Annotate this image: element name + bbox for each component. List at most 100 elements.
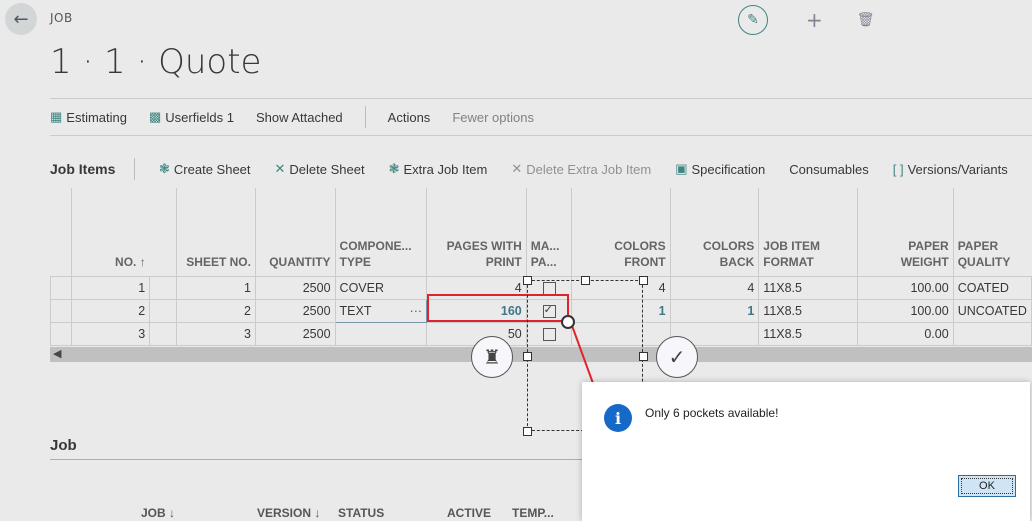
extra-job-item-button[interactable]: ❃ Extra Job Item xyxy=(389,161,488,177)
col-format-label-2: FORMAT xyxy=(763,255,814,269)
job-page: ← JOB 1 · 1 · Quote ✎ + 🗑 ▦ Estimating ▩ U… xyxy=(0,0,1032,521)
cell-weight[interactable]: 0.00 xyxy=(856,322,954,346)
col-colors-back-label-2: BACK xyxy=(719,255,755,269)
scroll-left-icon[interactable]: ◀ xyxy=(53,347,61,360)
cell-weight[interactable]: 100.00 xyxy=(856,276,954,300)
cell-no[interactable]: 2 xyxy=(71,299,151,323)
specification-button[interactable]: ▣ Specification xyxy=(675,161,765,177)
table-header-row: NO. ↑ SHEET NO. QUANTITY COMPONE... TYPE … xyxy=(50,188,1032,277)
cell-quantity[interactable]: 2500 xyxy=(254,322,336,346)
cell-colors-back[interactable]: 1 xyxy=(669,299,760,323)
cell-spacer xyxy=(149,322,178,346)
delete-extra-job-item-button[interactable]: ✕ Delete Extra Job Item xyxy=(511,161,651,177)
actions-menu[interactable]: Actions xyxy=(388,110,431,125)
col-pages-label-2: PRINT xyxy=(485,255,522,269)
col-sheet-no[interactable]: SHEET NO. xyxy=(176,188,256,277)
col-colors-back[interactable]: COLORS BACK xyxy=(670,188,760,277)
col-quality-label-1: PAPER xyxy=(957,239,999,253)
resize-handle[interactable] xyxy=(639,352,648,361)
show-attached-button[interactable]: Show Attached xyxy=(256,110,343,125)
cell-colors-back[interactable]: 4 xyxy=(669,276,760,300)
col-paper-weight[interactable]: PAPER WEIGHT xyxy=(857,188,954,277)
plus-icon[interactable]: + xyxy=(806,8,823,32)
col-quality-label-2: QUALITY xyxy=(957,255,1011,269)
col-pages-with-print[interactable]: PAGES WITH PRINT xyxy=(426,188,527,277)
col-pages-label-1: PAGES WITH xyxy=(446,239,522,253)
cell-quality[interactable]: COATED xyxy=(952,276,1032,300)
cell-component-editing[interactable]: TEXT ··· xyxy=(334,299,428,323)
cell-component[interactable] xyxy=(334,322,428,346)
cell-weight[interactable]: 100.00 xyxy=(856,299,954,323)
job-section-title: Job xyxy=(50,437,77,454)
col-spacer xyxy=(149,188,178,277)
fewer-options-button[interactable]: Fewer options xyxy=(452,110,534,125)
trash-icon[interactable]: 🗑 xyxy=(857,12,875,28)
delete-sheet-button[interactable]: ✕ Delete Sheet xyxy=(275,161,365,177)
info-icon: i xyxy=(604,404,632,432)
arrow-left-icon: ← xyxy=(13,8,29,30)
stamp-icon[interactable]: ♜ xyxy=(471,336,513,378)
cell-component[interactable]: COVER xyxy=(334,276,428,300)
col-job-item-format[interactable]: JOB ITEM FORMAT xyxy=(758,188,858,277)
brackets-icon: [ ] xyxy=(892,161,904,177)
consumables-button[interactable]: Consumables xyxy=(789,162,869,177)
connector-start-handle[interactable] xyxy=(561,315,575,329)
cell-sheet-no[interactable]: 3 xyxy=(176,322,256,346)
edit-button[interactable]: ✎ xyxy=(738,5,768,35)
row-select[interactable] xyxy=(49,299,73,323)
col-ma-pa[interactable]: MA... PA... xyxy=(526,188,573,277)
cell-format[interactable]: 11X8.5 xyxy=(758,276,858,300)
sparkle-icon: ❃ xyxy=(159,161,170,176)
sparkle-icon: ❃ xyxy=(388,161,400,176)
cell-format[interactable]: 11X8.5 xyxy=(758,322,858,346)
cell-component-value: TEXT xyxy=(339,304,372,318)
row-select[interactable] xyxy=(49,322,73,346)
delete-extra-job-item-label: Delete Extra Job Item xyxy=(526,161,652,177)
col-colors-front[interactable]: COLORS FRONT xyxy=(571,188,671,277)
cell-quality[interactable] xyxy=(952,322,1032,346)
extra-job-item-label: Extra Job Item xyxy=(403,161,488,177)
create-sheet-button[interactable]: ❃ Create Sheet xyxy=(159,161,251,177)
col-colors-back-label-1: COLORS xyxy=(702,239,755,253)
cell-no[interactable]: 3 xyxy=(71,322,151,346)
col-pa-label: PA... xyxy=(530,255,557,269)
cell-format[interactable]: 11X8.5 xyxy=(758,299,858,323)
estimating-button[interactable]: ▦ Estimating xyxy=(50,109,127,125)
cell-sheet-no[interactable]: 2 xyxy=(176,299,256,323)
page-title: 1 · 1 · Quote xyxy=(50,42,262,82)
col-temp[interactable]: TEMP... xyxy=(512,506,554,520)
resize-handle[interactable] xyxy=(639,276,648,285)
col-component-type-label-1: COMPONE... xyxy=(339,239,412,253)
back-button[interactable]: ← xyxy=(5,3,37,35)
ok-label: OK xyxy=(979,480,995,492)
col-version[interactable]: VERSION ↓ xyxy=(257,506,320,520)
specification-label: Specification xyxy=(691,161,766,177)
resize-handle[interactable] xyxy=(523,352,532,361)
row-select[interactable] xyxy=(49,276,73,300)
col-component-type[interactable]: COMPONE... TYPE xyxy=(335,188,428,277)
col-status[interactable]: STATUS xyxy=(338,506,384,520)
cell-spacer xyxy=(149,299,178,323)
cell-no[interactable]: 1 xyxy=(71,276,151,300)
col-no[interactable]: NO. ↑ xyxy=(72,188,150,277)
versions-variants-button[interactable]: [ ] Versions/Variants xyxy=(893,162,1008,177)
col-quantity[interactable]: QUANTITY xyxy=(255,188,336,277)
resize-handle[interactable] xyxy=(581,276,590,285)
cell-quality[interactable]: UNCOATED xyxy=(952,299,1032,323)
userfields-button[interactable]: ▩ Userfields 1 xyxy=(149,109,234,125)
col-paper-quality[interactable]: PAPER QUALITY xyxy=(953,188,1031,277)
col-job[interactable]: JOB ↓ xyxy=(141,506,175,520)
checkmark-icon[interactable]: ✓ xyxy=(656,336,698,378)
resize-handle[interactable] xyxy=(523,427,532,436)
col-active[interactable]: ACTIVE xyxy=(447,506,491,520)
cell-lookup-ellipsis[interactable]: ··· xyxy=(410,304,423,318)
cell-quantity[interactable]: 2500 xyxy=(254,299,336,323)
cell-quantity[interactable]: 2500 xyxy=(254,276,336,300)
cell-sheet-no[interactable]: 1 xyxy=(176,276,256,300)
col-format-label-1: JOB ITEM xyxy=(763,239,820,253)
resize-handle[interactable] xyxy=(523,276,532,285)
estimating-label: Estimating xyxy=(66,109,127,125)
ok-button[interactable]: OK xyxy=(958,475,1016,497)
col-weight-label-1: PAPER xyxy=(908,239,949,253)
col-no-label: NO. ↑ xyxy=(115,255,146,269)
